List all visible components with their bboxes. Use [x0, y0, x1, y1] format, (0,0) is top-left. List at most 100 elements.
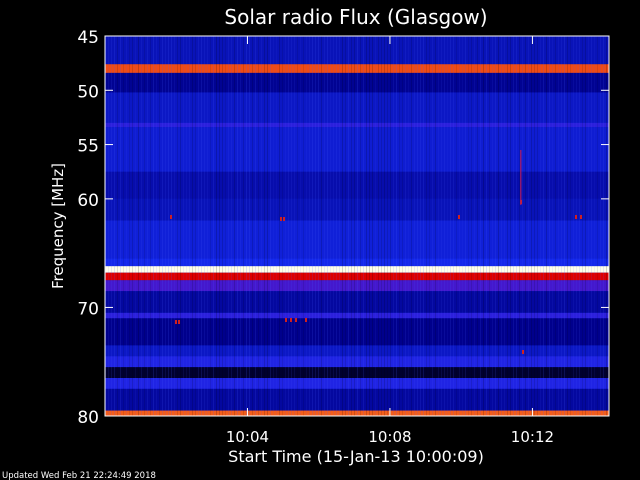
noise-column — [417, 36, 418, 416]
noise-column — [480, 36, 481, 416]
burst-mark-5 — [285, 318, 287, 322]
noise-column — [489, 36, 490, 416]
noise-column — [297, 36, 298, 416]
noise-column — [423, 36, 424, 416]
noise-column — [243, 36, 244, 416]
noise-column — [120, 36, 121, 416]
noise-column — [390, 36, 391, 416]
noise-column — [303, 36, 304, 416]
noise-column — [333, 36, 334, 416]
update-timestamp: Updated Wed Feb 21 22:24:49 2018 — [2, 471, 156, 480]
noise-column — [183, 36, 184, 416]
spectrogram-chart: Solar radio Flux (Glasgow) 455055607080 … — [2, 5, 610, 480]
noise-column — [246, 36, 247, 416]
plot-area — [104, 35, 610, 417]
noise-column — [324, 36, 325, 416]
noise-column — [126, 36, 127, 416]
noise-column — [108, 36, 109, 416]
noise-column — [192, 36, 193, 416]
noise-column — [462, 36, 463, 416]
noise-column — [555, 36, 556, 416]
noise-column — [150, 36, 151, 416]
y-tick-label-50: 50 — [77, 82, 99, 102]
noise-column — [582, 36, 583, 416]
noise-column — [141, 36, 142, 416]
noise-column — [363, 36, 364, 416]
noise-column — [177, 36, 178, 416]
noise-column — [588, 36, 589, 416]
noise-column — [162, 36, 163, 416]
noise-column — [315, 36, 316, 416]
y-tick-label-45: 45 — [77, 28, 99, 48]
noise-column — [330, 36, 331, 416]
x-axis-label: Start Time (15-Jan-13 10:00:09) — [228, 447, 484, 466]
noise-column — [252, 36, 253, 416]
noise-column — [216, 36, 217, 416]
noise-column — [273, 36, 274, 416]
noise-column — [579, 36, 580, 416]
noise-column — [411, 36, 412, 416]
noise-column — [414, 36, 415, 416]
noise-column — [486, 36, 487, 416]
noise-column — [288, 36, 289, 416]
noise-column — [552, 36, 553, 416]
noise-column — [147, 36, 148, 416]
noise-column — [327, 36, 328, 416]
noise-column — [504, 36, 505, 416]
noise-column — [426, 36, 427, 416]
noise-column — [465, 36, 466, 416]
noise-column — [207, 36, 208, 416]
burst-mark-11 — [522, 350, 524, 354]
noise-column — [393, 36, 394, 416]
noise-column — [171, 36, 172, 416]
noise-column — [225, 36, 226, 416]
x-tick-label-0: 10:04 — [226, 428, 269, 446]
noise-column — [468, 36, 469, 416]
noise-column — [174, 36, 175, 416]
noise-column — [306, 36, 307, 416]
noise-column — [360, 36, 361, 416]
noise-column — [213, 36, 214, 416]
noise-column — [594, 36, 595, 416]
noise-column — [528, 36, 529, 416]
noise-column — [432, 36, 433, 416]
noise-column — [549, 36, 550, 416]
burst-mark-9 — [458, 215, 460, 219]
noise-column — [228, 36, 229, 416]
burst-mark-8 — [305, 318, 307, 322]
noise-column — [531, 36, 532, 416]
noise-column — [258, 36, 259, 416]
noise-column — [597, 36, 598, 416]
noise-column — [186, 36, 187, 416]
noise-column — [270, 36, 271, 416]
noise-column — [585, 36, 586, 416]
noise-column — [159, 36, 160, 416]
noise-column — [261, 36, 262, 416]
noise-column — [519, 36, 520, 416]
noise-column — [234, 36, 235, 416]
burst-mark-6 — [290, 318, 292, 322]
y-tick-label-80: 80 — [77, 408, 99, 428]
noise-column — [189, 36, 190, 416]
noise-column — [123, 36, 124, 416]
noise-column — [222, 36, 223, 416]
burst-mark-2 — [178, 320, 180, 324]
noise-column — [507, 36, 508, 416]
burst-mark-13 — [580, 215, 582, 219]
noise-column — [267, 36, 268, 416]
noise-column — [255, 36, 256, 416]
noise-column — [573, 36, 574, 416]
noise-column — [540, 36, 541, 416]
noise-column — [321, 36, 322, 416]
noise-column — [165, 36, 166, 416]
y-axis-label: Frequency [MHz] — [49, 163, 67, 289]
noise-column — [492, 36, 493, 416]
noise-column — [219, 36, 220, 416]
noise-column — [438, 36, 439, 416]
noise-column — [558, 36, 559, 416]
noise-column — [396, 36, 397, 416]
noise-column — [372, 36, 373, 416]
noise-column — [567, 36, 568, 416]
burst-mark-3 — [280, 217, 282, 221]
noise-column — [264, 36, 265, 416]
